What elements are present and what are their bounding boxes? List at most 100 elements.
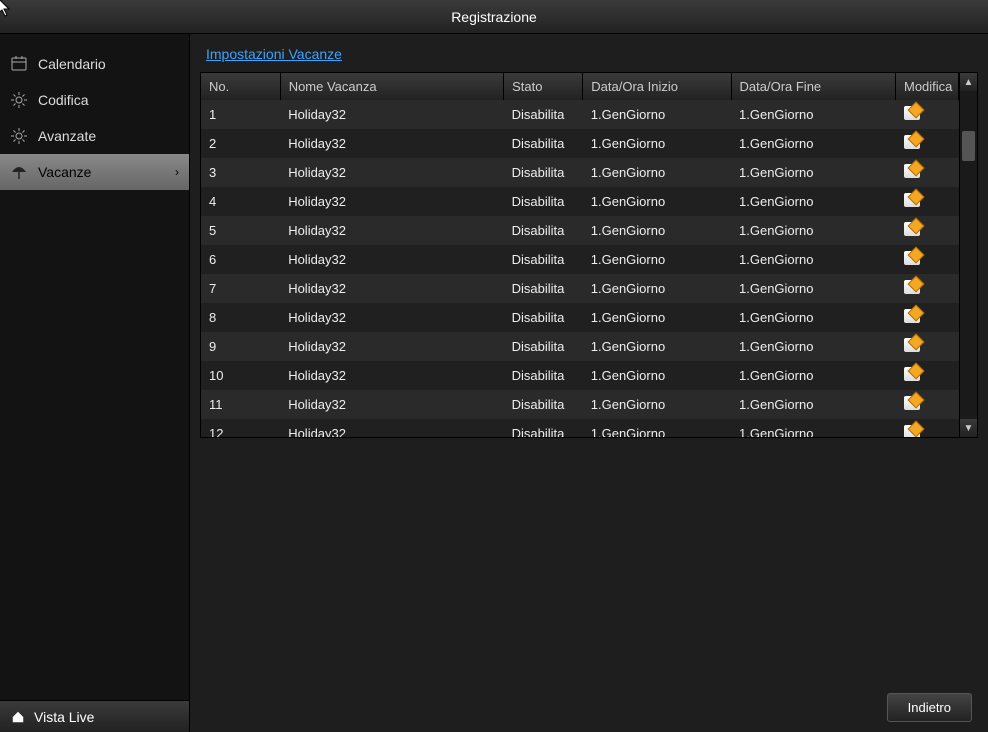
cell-no: 12 <box>201 419 280 437</box>
cell-start: 1.GenGiorno <box>583 390 731 419</box>
table-row[interactable]: 3Holiday32Disabilita1.GenGiorno1.GenGior… <box>201 158 959 187</box>
calendar-icon <box>10 55 28 73</box>
cell-state: Disabilita <box>504 129 583 158</box>
sidebar-item-label: Calendario <box>38 56 179 72</box>
gear-icon <box>10 127 28 145</box>
cell-end: 1.GenGiorno <box>731 100 895 129</box>
scroll-thumb[interactable] <box>962 131 975 161</box>
cell-name: Holiday32 <box>280 419 503 437</box>
col-state[interactable]: Stato <box>504 73 583 100</box>
table-row[interactable]: 1Holiday32Disabilita1.GenGiorno1.GenGior… <box>201 100 959 129</box>
scroll-track[interactable] <box>960 91 977 419</box>
cell-no: 2 <box>201 129 280 158</box>
edit-icon[interactable] <box>904 338 920 352</box>
cell-state: Disabilita <box>504 274 583 303</box>
sidebar-item-label: Codifica <box>38 92 179 108</box>
edit-icon[interactable] <box>904 425 920 437</box>
cell-edit <box>896 245 959 274</box>
edit-icon[interactable] <box>904 309 920 323</box>
cell-no: 8 <box>201 303 280 332</box>
cell-start: 1.GenGiorno <box>583 419 731 437</box>
cell-no: 10 <box>201 361 280 390</box>
col-edit[interactable]: Modifica <box>896 73 959 100</box>
cell-state: Disabilita <box>504 187 583 216</box>
cell-no: 1 <box>201 100 280 129</box>
col-start[interactable]: Data/Ora Inizio <box>583 73 731 100</box>
scrollbar[interactable]: ▲ ▼ <box>959 73 977 437</box>
edit-icon[interactable] <box>904 164 920 178</box>
table-row[interactable]: 5Holiday32Disabilita1.GenGiorno1.GenGior… <box>201 216 959 245</box>
back-button[interactable]: Indietro <box>887 693 972 722</box>
cell-state: Disabilita <box>504 303 583 332</box>
cell-edit <box>896 129 959 158</box>
body: Calendario Codifica Avanzate <box>0 34 988 732</box>
edit-icon[interactable] <box>904 367 920 381</box>
table-row[interactable]: 2Holiday32Disabilita1.GenGiorno1.GenGior… <box>201 129 959 158</box>
scroll-up-button[interactable]: ▲ <box>960 73 977 91</box>
cell-name: Holiday32 <box>280 245 503 274</box>
edit-icon[interactable] <box>904 280 920 294</box>
cell-name: Holiday32 <box>280 187 503 216</box>
cell-name: Holiday32 <box>280 303 503 332</box>
cell-name: Holiday32 <box>280 390 503 419</box>
cell-edit <box>896 332 959 361</box>
edit-icon[interactable] <box>904 135 920 149</box>
cell-end: 1.GenGiorno <box>731 361 895 390</box>
col-name[interactable]: Nome Vacanza <box>280 73 503 100</box>
edit-icon[interactable] <box>904 251 920 265</box>
cell-edit <box>896 216 959 245</box>
cell-name: Holiday32 <box>280 129 503 158</box>
table-row[interactable]: 9Holiday32Disabilita1.GenGiorno1.GenGior… <box>201 332 959 361</box>
cell-end: 1.GenGiorno <box>731 216 895 245</box>
umbrella-icon <box>10 163 28 181</box>
cell-start: 1.GenGiorno <box>583 303 731 332</box>
col-no[interactable]: No. <box>201 73 280 100</box>
cell-start: 1.GenGiorno <box>583 274 731 303</box>
cell-edit <box>896 390 959 419</box>
cell-start: 1.GenGiorno <box>583 129 731 158</box>
cell-edit <box>896 361 959 390</box>
sidebar-item-avanzate[interactable]: Avanzate <box>0 118 189 154</box>
cell-state: Disabilita <box>504 158 583 187</box>
sidebar-item-vacanze[interactable]: Vacanze › <box>0 154 189 190</box>
cell-start: 1.GenGiorno <box>583 100 731 129</box>
table-row[interactable]: 10Holiday32Disabilita1.GenGiorno1.GenGio… <box>201 361 959 390</box>
edit-icon[interactable] <box>904 222 920 236</box>
cell-edit <box>896 100 959 129</box>
table-row[interactable]: 6Holiday32Disabilita1.GenGiorno1.GenGior… <box>201 245 959 274</box>
table-row[interactable]: 8Holiday32Disabilita1.GenGiorno1.GenGior… <box>201 303 959 332</box>
vista-live-button[interactable]: Vista Live <box>0 700 189 732</box>
cell-state: Disabilita <box>504 390 583 419</box>
cell-no: 9 <box>201 332 280 361</box>
holiday-table: No. Nome Vacanza Stato Data/Ora Inizio D… <box>201 73 959 437</box>
cell-name: Holiday32 <box>280 332 503 361</box>
cell-no: 5 <box>201 216 280 245</box>
table-row[interactable]: 4Holiday32Disabilita1.GenGiorno1.GenGior… <box>201 187 959 216</box>
chevron-right-icon: › <box>175 165 179 179</box>
cell-name: Holiday32 <box>280 361 503 390</box>
edit-icon[interactable] <box>904 106 920 120</box>
main-panel: Impostazioni Vacanze No. Nome Vacanza St… <box>190 34 988 732</box>
col-end[interactable]: Data/Ora Fine <box>731 73 895 100</box>
table-row[interactable]: 11Holiday32Disabilita1.GenGiorno1.GenGio… <box>201 390 959 419</box>
cell-state: Disabilita <box>504 216 583 245</box>
cell-no: 6 <box>201 245 280 274</box>
edit-icon[interactable] <box>904 396 920 410</box>
cell-end: 1.GenGiorno <box>731 158 895 187</box>
edit-icon[interactable] <box>904 193 920 207</box>
cell-state: Disabilita <box>504 419 583 437</box>
section-title[interactable]: Impostazioni Vacanze <box>206 46 978 62</box>
table-row[interactable]: 7Holiday32Disabilita1.GenGiorno1.GenGior… <box>201 274 959 303</box>
table-row[interactable]: 12Holiday32Disabilita1.GenGiorno1.GenGio… <box>201 419 959 437</box>
cell-state: Disabilita <box>504 361 583 390</box>
sidebar-item-label: Avanzate <box>38 128 179 144</box>
sidebar-item-codifica[interactable]: Codifica <box>0 82 189 118</box>
gear-icon <box>10 91 28 109</box>
cell-edit <box>896 303 959 332</box>
sidebar: Calendario Codifica Avanzate <box>0 34 190 732</box>
scroll-down-button[interactable]: ▼ <box>960 419 977 437</box>
sidebar-item-calendario[interactable]: Calendario <box>0 46 189 82</box>
cell-state: Disabilita <box>504 245 583 274</box>
cell-name: Holiday32 <box>280 274 503 303</box>
cell-end: 1.GenGiorno <box>731 129 895 158</box>
